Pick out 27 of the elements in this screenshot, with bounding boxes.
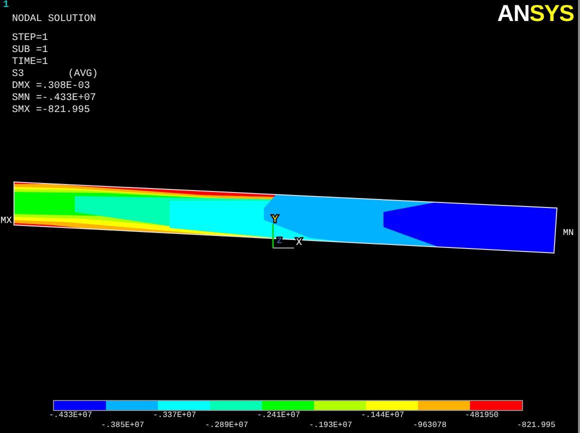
legend-value: -.289E+07 xyxy=(205,421,250,431)
legend-value: -821.995 xyxy=(517,421,556,431)
x-axis-label: X xyxy=(296,238,302,249)
legend-value: -.144E+07 xyxy=(361,411,406,421)
legend-value: -481950 xyxy=(465,411,500,421)
averaging-mode: (AVG) xyxy=(68,69,98,81)
axis-triad-drawing xyxy=(272,224,294,248)
logo-wordmark: ANSYS xyxy=(497,1,574,25)
step-info: TIME=1 xyxy=(12,57,48,69)
y-axis-label: Y xyxy=(272,215,278,226)
legend-value: -.337E+07 xyxy=(153,411,198,421)
result-stat: SMN =-.433E+07 xyxy=(12,93,96,105)
min-label: MN xyxy=(563,228,574,238)
legend-value: -.241E+07 xyxy=(257,411,302,421)
step-info: SUB =1 xyxy=(12,45,48,57)
z-axis-label: Z xyxy=(277,237,282,246)
stress-component: S3 xyxy=(12,69,24,81)
result-title: NODAL SOLUTION xyxy=(12,14,96,26)
max-label: MX xyxy=(0,215,12,226)
legend-value: -.433E+07 xyxy=(49,411,94,421)
result-stat: DMX =.308E-03 xyxy=(12,81,90,93)
result-stat: SMX =-821.995 xyxy=(12,105,90,117)
step-info: STEP=1 xyxy=(12,33,48,45)
window-number: 1 xyxy=(3,1,10,11)
legend-value: -963078 xyxy=(413,421,448,431)
legend-value: -.385E+07 xyxy=(101,421,146,431)
legend-value: -.193E+07 xyxy=(309,421,354,431)
